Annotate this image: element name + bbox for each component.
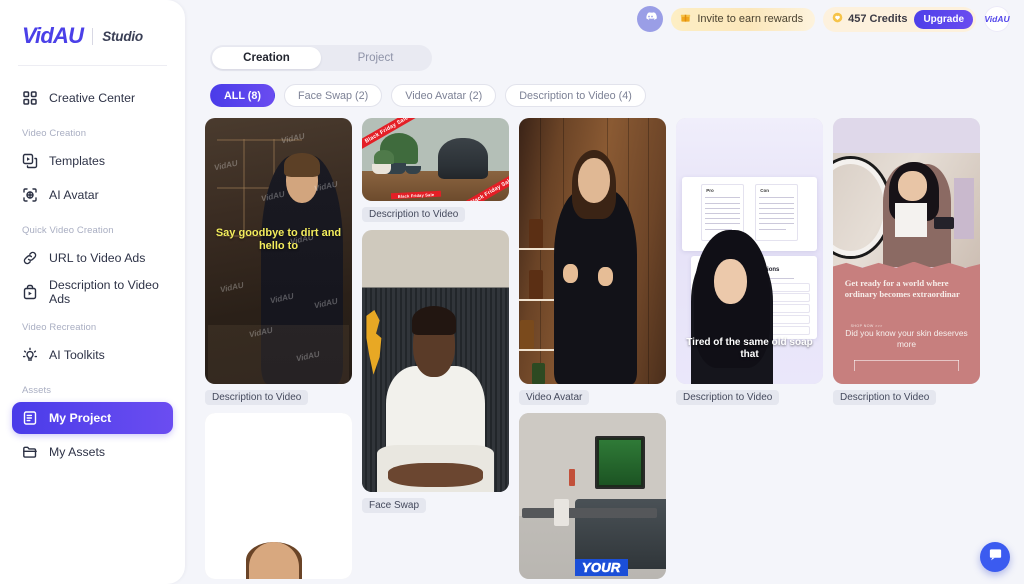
filter-chip-face-swap[interactable]: Face Swap (2) <box>284 84 383 107</box>
lightbulb-icon <box>22 347 38 363</box>
gift-icon <box>680 12 691 26</box>
folder-icon <box>22 444 38 460</box>
main-content: Creation Project ALL (8) Face Swap (2) V… <box>185 36 1024 584</box>
ai-avatar-icon <box>22 187 38 203</box>
chat-bubble-icon <box>988 547 1003 567</box>
filter-chip-description-to-video[interactable]: Description to Video (4) <box>505 84 646 107</box>
sidebar-item-ai-toolkits[interactable]: AI Toolkits <box>12 339 173 371</box>
project-thumbnail[interactable]: YOUR <box>519 413 666 579</box>
sidebar-item-my-project[interactable]: My Project <box>12 402 173 434</box>
sidebar-group-video-recreation: Video Recreation <box>22 322 97 333</box>
project-card-1[interactable]: VidAU VidAU VidAU VidAU VidAU VidAU VidA… <box>205 118 352 405</box>
top-bar: Invite to earn rewards 457 Credits Upgra… <box>185 0 1024 40</box>
filter-chips: ALL (8) Face Swap (2) Video Avatar (2) D… <box>210 84 646 107</box>
project-card-4[interactable]: Video Avatar <box>519 118 666 405</box>
invite-label: Invite to earn rewards <box>697 13 804 25</box>
grid-column-4: Pro Con Tired of the same old soap that … <box>676 118 823 584</box>
sidebar-item-label: Description to Video Ads <box>49 278 159 306</box>
project-thumbnail[interactable] <box>205 413 352 579</box>
sidebar-item-label: AI Avatar <box>49 188 99 202</box>
grid-column-1: VidAU VidAU VidAU VidAU VidAU VidAU VidA… <box>205 118 352 584</box>
thumbnail-caption: Tired of the same old soap that <box>686 337 813 360</box>
link-icon <box>22 250 38 266</box>
thumbnail-art: Black Friday Sale Black Friday Sale Blac… <box>362 118 509 201</box>
project-thumbnail[interactable]: Black Friday Sale Black Friday Sale Blac… <box>362 118 509 201</box>
filter-chip-video-avatar[interactable]: Video Avatar (2) <box>391 84 497 107</box>
description-icon <box>22 284 38 300</box>
project-card-8[interactable]: YOUR <box>519 413 666 579</box>
headline-text: Get ready for a world where ordinary bec… <box>844 277 960 299</box>
card-type-label: Description to Video <box>362 207 466 222</box>
thumbnail-art: YOUR <box>519 413 666 579</box>
card-type-label: Description to Video <box>205 390 309 405</box>
thumbnail-caption: Did you know your skin deserves more <box>845 328 968 349</box>
thumbnail-art <box>519 118 666 384</box>
sidebar-item-label: My Project <box>49 411 112 425</box>
tab-project[interactable]: Project <box>321 47 430 69</box>
sidebar-item-description-to-video-ads[interactable]: Description to Video Ads <box>12 276 173 308</box>
thumbnail-caption: YOUR <box>574 558 628 576</box>
brand[interactable]: VidAU Studio <box>0 0 185 50</box>
project-card-7[interactable] <box>205 413 352 579</box>
chat-widget-button[interactable] <box>980 542 1010 572</box>
project-thumbnail[interactable] <box>362 230 509 492</box>
grid-column-3: Video Avatar YOUR <box>519 118 666 584</box>
upgrade-button[interactable]: Upgrade <box>914 9 973 29</box>
grid-icon <box>22 90 38 106</box>
thumbnail-art <box>362 230 509 492</box>
credits-pill[interactable]: 457 Credits Upgrade <box>823 6 976 32</box>
sidebar-item-url-to-video-ads[interactable]: URL to Video Ads <box>12 242 173 274</box>
sidebar-item-ai-avatar[interactable]: AI Avatar <box>12 179 173 211</box>
tab-creation[interactable]: Creation <box>212 47 321 69</box>
project-thumbnail[interactable] <box>519 118 666 384</box>
credits-label: 457 Credits <box>848 13 908 25</box>
sidebar-nav: Creative Center Video Creation Templates <box>0 66 185 468</box>
grid-column-5: Get ready for a world where ordinary bec… <box>833 118 980 584</box>
card-type-label: Description to Video <box>833 390 937 405</box>
sidebar-item-templates[interactable]: Templates <box>12 145 173 177</box>
project-icon <box>22 410 38 426</box>
sidebar-item-label: Templates <box>49 154 106 168</box>
project-card-6[interactable]: Get ready for a world where ordinary bec… <box>833 118 980 405</box>
sidebar-item-label: Creative Center <box>49 91 136 105</box>
account-logo-button[interactable]: VidAU <box>984 6 1010 32</box>
view-tabs: Creation Project <box>210 45 432 71</box>
card-type-label: Description to Video <box>676 390 780 405</box>
discord-icon <box>643 9 658 29</box>
sidebar-item-my-assets[interactable]: My Assets <box>12 436 173 468</box>
sidebar-group-video-creation: Video Creation <box>22 128 87 139</box>
sidebar-item-creative-center[interactable]: Creative Center <box>12 82 173 114</box>
thumbnail-caption: Say goodbye to dirt and hello to <box>215 227 342 252</box>
con-label: Con <box>760 188 770 194</box>
top-bar-actions: Invite to earn rewards 457 Credits Upgra… <box>637 6 1010 32</box>
project-card-3[interactable]: Face Swap <box>362 230 509 513</box>
filter-chip-all[interactable]: ALL (8) <box>210 84 275 107</box>
project-card-5[interactable]: Pro Con Tired of the same old soap that … <box>676 118 823 405</box>
brand-logo: VidAU <box>22 23 84 48</box>
project-thumbnail[interactable]: Get ready for a world where ordinary bec… <box>833 118 980 384</box>
sidebar: VidAU Studio Creative Center Video Creat… <box>0 0 185 584</box>
sidebar-item-label: My Assets <box>49 445 106 459</box>
project-thumbnail[interactable]: VidAU VidAU VidAU VidAU VidAU VidAU VidA… <box>205 118 352 384</box>
brand-subtitle: Studio <box>102 28 143 44</box>
card-type-label: Face Swap <box>362 498 427 513</box>
invite-to-earn-rewards-button[interactable]: Invite to earn rewards <box>671 7 816 31</box>
project-card-2[interactable]: Black Friday Sale Black Friday Sale Blac… <box>362 118 509 222</box>
templates-icon <box>22 153 38 169</box>
pro-label: Pro <box>706 188 714 194</box>
sidebar-group-assets: Assets <box>22 385 52 396</box>
card-type-label: Video Avatar <box>519 390 590 405</box>
app-root: VidAU Studio Creative Center Video Creat… <box>0 0 1024 584</box>
project-thumbnail[interactable]: Pro Con Tired of the same old soap that <box>676 118 823 384</box>
brand-divider <box>92 27 94 45</box>
sidebar-item-label: AI Toolkits <box>49 348 105 362</box>
discord-button[interactable] <box>637 6 664 32</box>
thumbnail-art: Get ready for a world where ordinary bec… <box>833 118 980 384</box>
grid-column-2: Black Friday Sale Black Friday Sale Blac… <box>362 118 509 584</box>
thumbnail-art <box>205 413 352 579</box>
sidebar-item-label: URL to Video Ads <box>49 251 146 265</box>
project-grid: VidAU VidAU VidAU VidAU VidAU VidAU VidA… <box>205 118 1012 584</box>
heart-coin-icon <box>832 12 843 26</box>
sidebar-group-quick-video-creation: Quick Video Creation <box>22 225 114 236</box>
